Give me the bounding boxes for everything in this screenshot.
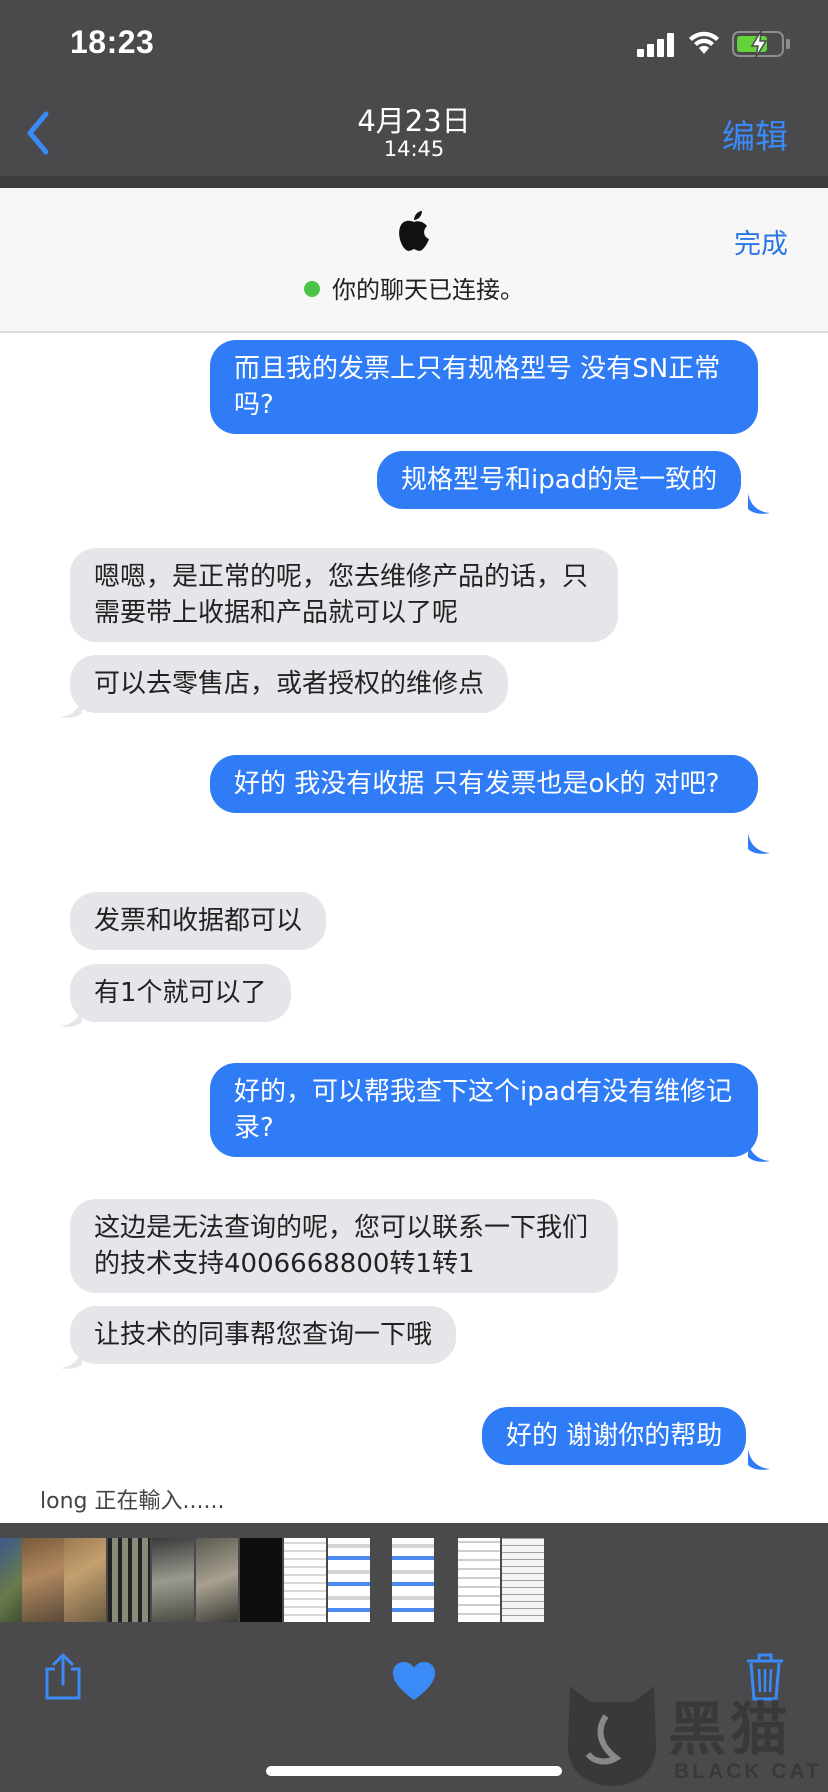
bubble-tail xyxy=(748,1141,770,1162)
photo-thumbnail[interactable] xyxy=(108,1538,150,1622)
photo-thumbnail[interactable] xyxy=(458,1538,500,1622)
online-dot-icon xyxy=(304,281,320,297)
bubble-tail xyxy=(60,1006,82,1027)
message-bubble-outgoing[interactable]: 好的 我没有收据 只有发票也是ok的 对吧? xyxy=(210,755,758,813)
chat-header: 你的聊天已连接。 完成 xyxy=(0,188,828,333)
bubble-tail xyxy=(60,1348,82,1369)
chat-area[interactable]: 而且我的发票上只有规格型号 没有SN正常吗? 规格型号和ipad的是一致的 嗯嗯… xyxy=(0,333,828,1523)
bubble-tail xyxy=(748,1449,770,1470)
connection-status: 你的聊天已连接。 xyxy=(0,270,828,305)
message-bubble-outgoing[interactable]: 好的 谢谢你的帮助 xyxy=(482,1407,747,1465)
heart-icon[interactable] xyxy=(391,1660,437,1702)
photo-thumbnail[interactable] xyxy=(240,1538,282,1622)
edit-button[interactable]: 编辑 xyxy=(722,110,788,158)
nav-date: 4月23日 xyxy=(357,104,471,138)
wifi-icon xyxy=(689,31,719,54)
message-bubble-incoming[interactable]: 可以去零售店，或者授权的维修点 xyxy=(70,655,509,713)
message-bubble-incoming[interactable]: 让技术的同事帮您查询一下哦 xyxy=(70,1306,457,1364)
photo-thumbnail[interactable] xyxy=(284,1538,326,1622)
photo-thumbnail[interactable] xyxy=(328,1538,370,1622)
photo-thumbnail[interactable] xyxy=(152,1538,194,1622)
home-indicator[interactable] xyxy=(266,1766,562,1776)
message-bubble-outgoing[interactable]: 而且我的发票上只有规格型号 没有SN正常吗? xyxy=(210,340,758,434)
message-bubble-outgoing[interactable]: 好的，可以帮我查下这个ipad有没有维修记录? xyxy=(210,1063,758,1157)
message-bubble-outgoing[interactable]: 规格型号和ipad的是一致的 xyxy=(377,451,742,509)
message-bubble-incoming[interactable]: 有1个就可以了 xyxy=(70,964,291,1022)
cellular-signal-icon xyxy=(637,33,675,57)
apple-logo-icon xyxy=(399,211,429,251)
photo-thumbnail[interactable] xyxy=(392,1538,434,1622)
message-bubble-incoming[interactable]: 发票和收据都可以 xyxy=(70,892,327,950)
charging-bolt-icon xyxy=(750,30,768,58)
bubble-tail xyxy=(60,697,82,718)
nav-time: 14:45 xyxy=(383,137,445,161)
done-button[interactable]: 完成 xyxy=(734,222,788,261)
photo-thumbnail[interactable] xyxy=(64,1538,106,1622)
photo-thumbnail[interactable] xyxy=(22,1538,64,1622)
watermark: 黑猫 BLACK CAT xyxy=(556,1672,828,1792)
share-icon[interactable] xyxy=(42,1652,84,1702)
message-bubble-incoming[interactable]: 这边是无法查询的呢，您可以联系一下我们的技术支持4006668800转1转1 xyxy=(70,1199,618,1293)
battery-cap xyxy=(786,39,790,49)
watermark-text: 黑猫 xyxy=(668,1695,793,1763)
status-bar: 18:23 xyxy=(0,0,828,90)
typing-indicator: long 正在輸入...... xyxy=(40,1489,225,1514)
black-cat-logo-icon xyxy=(568,1686,656,1786)
nav-bar: 4月23日 14:45 编辑 xyxy=(0,90,828,176)
status-time: 18:23 xyxy=(70,24,155,60)
message-bubble-incoming[interactable]: 嗯嗯，是正常的呢，您去维修产品的话，只需要带上收据和产品就可以了呢 xyxy=(70,548,618,642)
bubble-tail xyxy=(748,833,770,854)
photo-thumbnail[interactable] xyxy=(196,1538,238,1622)
connection-status-text: 你的聊天已连接。 xyxy=(332,276,524,304)
nav-divider xyxy=(0,176,828,188)
watermark-subtext: BLACK CAT xyxy=(674,1760,822,1783)
bubble-tail xyxy=(748,493,770,514)
photo-thumbnail[interactable] xyxy=(502,1538,544,1622)
